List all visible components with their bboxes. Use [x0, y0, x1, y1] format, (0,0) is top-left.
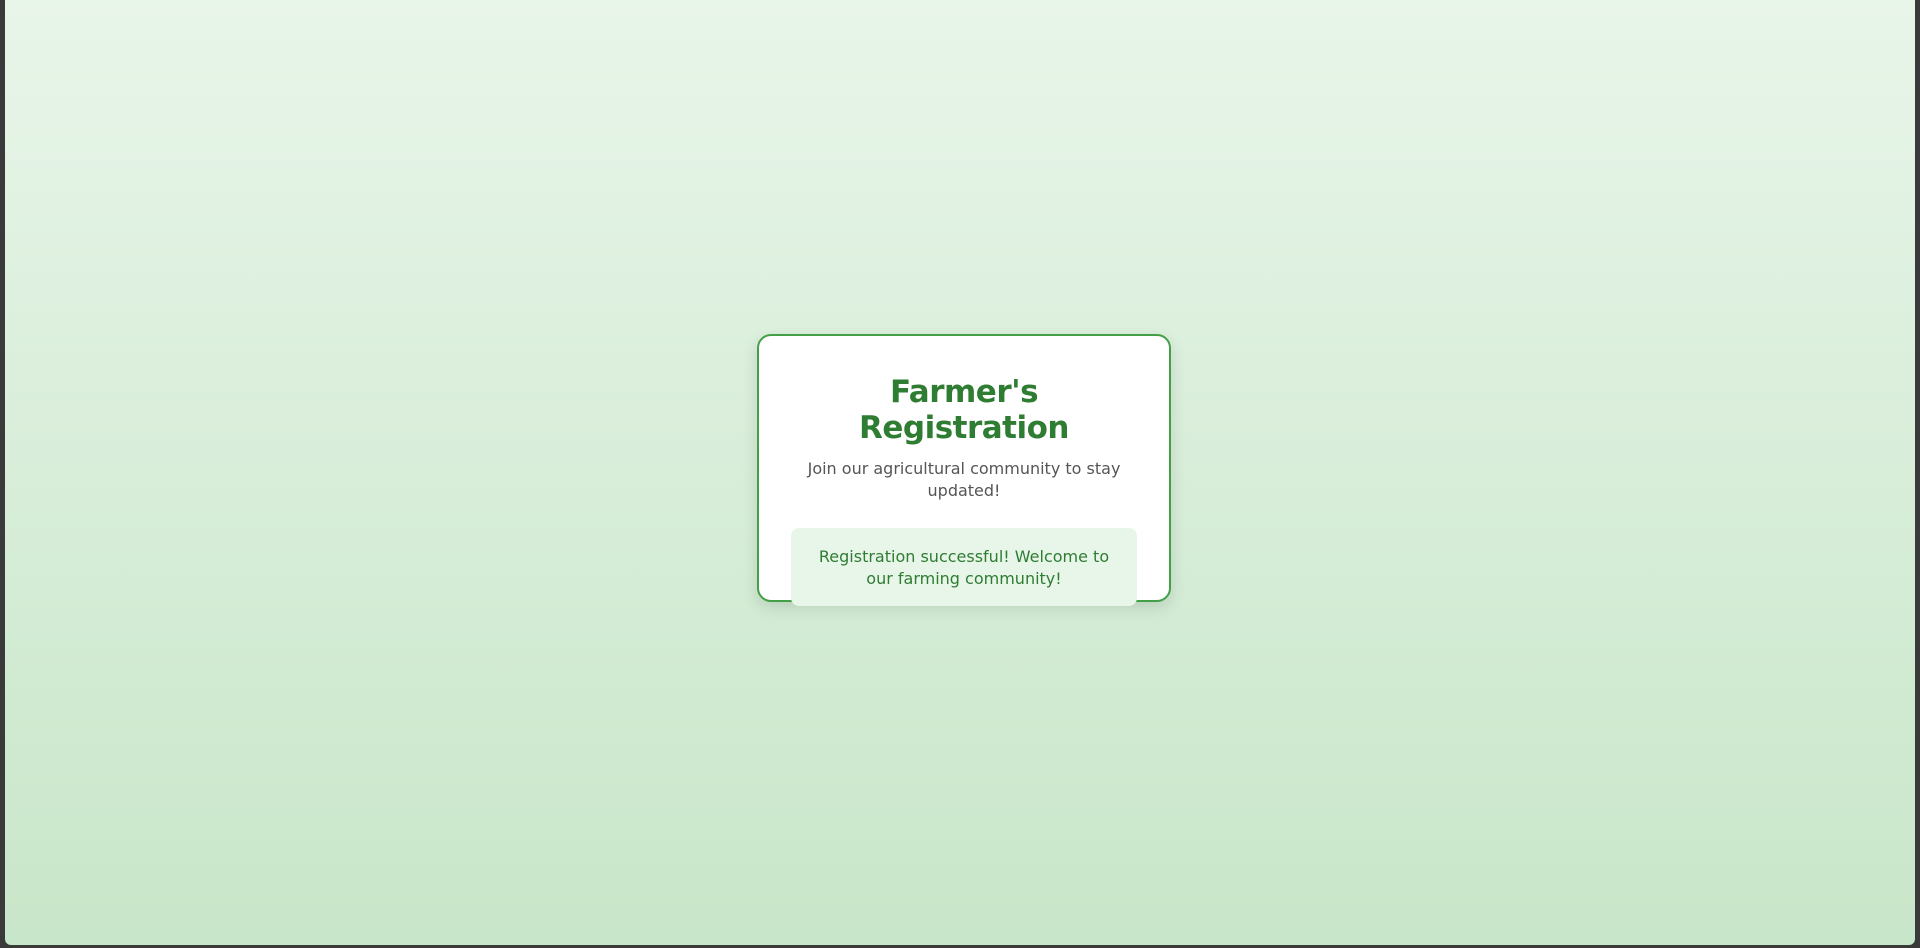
success-message: Registration successful! Welcome to our … [791, 528, 1137, 606]
page-background: Farmer's Registration Join our agricultu… [5, 0, 1915, 945]
page-title: Farmer's Registration [858, 374, 1070, 446]
registration-card: Farmer's Registration Join our agricultu… [757, 334, 1171, 606]
page-subtitle: Join our agricultural community to stay … [807, 459, 1121, 500]
